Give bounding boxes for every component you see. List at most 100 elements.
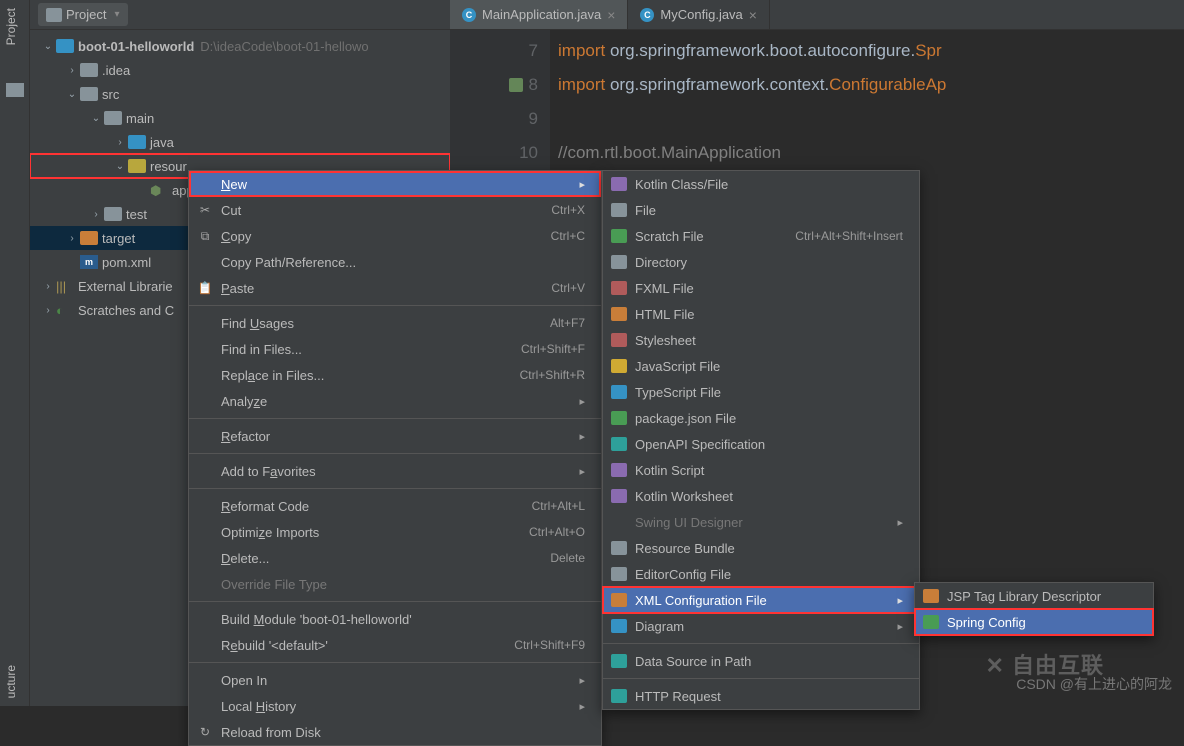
menu-find-in-files[interactable]: Find in Files...Ctrl+Shift+F <box>189 336 601 362</box>
bundle-icon <box>611 541 627 555</box>
src-folder-icon <box>128 135 146 149</box>
menu-replace-in-files[interactable]: Replace in Files...Ctrl+Shift+R <box>189 362 601 388</box>
menu-kotlin-class[interactable]: Kotlin Class/File <box>603 171 919 197</box>
menu-favorites[interactable]: Add to Favorites▸ <box>189 458 601 484</box>
chevron-down-icon: ▾ <box>114 9 119 20</box>
menu-typescript[interactable]: TypeScript File <box>603 379 919 405</box>
xml-config-submenu: JSP Tag Library Descriptor Spring Config <box>914 582 1154 636</box>
menu-reformat[interactable]: Reformat CodeCtrl+Alt+L <box>189 493 601 519</box>
menu-paste[interactable]: 📋PasteCtrl+V <box>189 275 601 301</box>
menu-delete[interactable]: Delete...Delete <box>189 545 601 571</box>
menu-find-usages[interactable]: Find UsagesAlt+F7 <box>189 310 601 336</box>
menu-optimize-imports[interactable]: Optimize ImportsCtrl+Alt+O <box>189 519 601 545</box>
menu-local-history[interactable]: Local History▸ <box>189 693 601 719</box>
tree-node-src[interactable]: src <box>30 82 450 106</box>
folder-icon <box>80 87 98 101</box>
menu-rebuild[interactable]: Rebuild '<default>'Ctrl+Shift+F9 <box>189 632 601 658</box>
watermark-text: CSDN @有上进心的阿龙 <box>1016 674 1172 694</box>
menu-package-json[interactable]: package.json File <box>603 405 919 431</box>
xml-icon <box>611 593 627 607</box>
context-menu: NNewew▸ ✂CutCtrl+X ⧉CopyCtrl+C Copy Path… <box>188 170 602 746</box>
menu-copy[interactable]: ⧉CopyCtrl+C <box>189 223 601 249</box>
kotlin-icon <box>611 489 627 503</box>
tool-window-bar-left: Project ucture <box>0 0 30 706</box>
excluded-folder-icon <box>80 231 98 245</box>
npm-icon <box>611 411 627 425</box>
menu-open-in[interactable]: Open In▸ <box>189 667 601 693</box>
paste-icon: 📋 <box>197 280 213 296</box>
tab-main-application[interactable]: C MainApplication.java × <box>450 0 628 29</box>
menu-build-module[interactable]: Build Module 'boot-01-helloworld' <box>189 606 601 632</box>
menu-scratch-file[interactable]: Scratch FileCtrl+Alt+Shift+Insert <box>603 223 919 249</box>
menu-editorconfig[interactable]: EditorConfig File <box>603 561 919 587</box>
html-icon <box>611 307 627 321</box>
file-icon <box>611 203 627 217</box>
menu-xml-config[interactable]: XML Configuration File▸ <box>603 587 919 613</box>
jsp-icon <box>923 589 939 603</box>
reload-icon: ↻ <box>197 724 213 740</box>
menu-data-source[interactable]: Data Source in Path <box>603 648 919 674</box>
menu-jsp-tag-lib[interactable]: JSP Tag Library Descriptor <box>915 583 1153 609</box>
gutter-spring-icon[interactable] <box>509 78 523 92</box>
structure-tool-window-tab[interactable]: ucture <box>0 657 22 706</box>
tree-node-java[interactable]: java <box>30 130 450 154</box>
openapi-icon <box>611 437 627 451</box>
menu-copy-path[interactable]: Copy Path/Reference... <box>189 249 601 275</box>
http-icon <box>611 689 627 703</box>
maven-icon: m <box>80 255 98 269</box>
menu-kotlin-worksheet[interactable]: Kotlin Worksheet <box>603 483 919 509</box>
menu-html[interactable]: HTML File <box>603 301 919 327</box>
menu-openapi[interactable]: OpenAPI Specification <box>603 431 919 457</box>
scratch-icon <box>611 229 627 243</box>
scratches-icon: ◐ <box>56 303 74 317</box>
menu-kotlin-script[interactable]: Kotlin Script <box>603 457 919 483</box>
spring-icon <box>923 615 939 629</box>
menu-fxml[interactable]: FXML File <box>603 275 919 301</box>
menu-swing-designer[interactable]: Swing UI Designer▸ <box>603 509 919 535</box>
menu-stylesheet[interactable]: Stylesheet <box>603 327 919 353</box>
tab-my-config[interactable]: C MyConfig.java × <box>628 0 770 29</box>
menu-directory[interactable]: Directory <box>603 249 919 275</box>
menu-spring-config[interactable]: Spring Config <box>915 609 1153 635</box>
folder-icon <box>104 111 122 125</box>
tree-node-main[interactable]: main <box>30 106 450 130</box>
menu-cut[interactable]: ✂CutCtrl+X <box>189 197 601 223</box>
bookmark-icon[interactable] <box>6 83 24 97</box>
editor-tabs: C MainApplication.java × C MyConfig.java… <box>450 0 1184 30</box>
tree-node-idea[interactable]: .idea <box>30 58 450 82</box>
editorconfig-icon <box>611 567 627 581</box>
menu-diagram[interactable]: Diagram▸ <box>603 613 919 639</box>
scissors-icon: ✂ <box>197 202 213 218</box>
menu-resource-bundle[interactable]: Resource Bundle <box>603 535 919 561</box>
copy-icon: ⧉ <box>197 228 213 244</box>
ts-icon <box>611 385 627 399</box>
menu-new[interactable]: NNewew▸ <box>189 171 601 197</box>
menu-javascript[interactable]: JavaScript File <box>603 353 919 379</box>
datasource-icon <box>611 654 627 668</box>
project-tool-window-tab[interactable]: Project <box>0 0 22 53</box>
menu-analyze[interactable]: Analyze▸ <box>189 388 601 414</box>
folder-icon <box>104 207 122 221</box>
kotlin-icon <box>611 463 627 477</box>
folder-icon <box>46 8 62 22</box>
project-view-label: Project <box>66 7 106 22</box>
tree-node-root[interactable]: boot-01-helloworld D:\ideaCode\boot-01-h… <box>30 34 450 58</box>
js-icon <box>611 359 627 373</box>
folder-icon <box>611 255 627 269</box>
menu-file[interactable]: File <box>603 197 919 223</box>
close-icon[interactable]: × <box>607 7 615 23</box>
menu-reload-from-disk[interactable]: ↻Reload from Disk <box>189 719 601 745</box>
project-view-selector[interactable]: Project ▾ <box>38 3 128 26</box>
folder-icon <box>80 63 98 77</box>
menu-http-request[interactable]: HTTP Request <box>603 683 919 709</box>
css-icon <box>611 333 627 347</box>
menu-refactor[interactable]: Refactor▸ <box>189 423 601 449</box>
kotlin-icon <box>611 177 627 191</box>
module-icon <box>56 39 74 53</box>
fxml-icon <box>611 281 627 295</box>
close-icon[interactable]: × <box>749 7 757 23</box>
class-icon: C <box>462 8 476 22</box>
spring-icon: ⬢ <box>150 183 168 197</box>
resources-folder-icon <box>128 159 146 173</box>
diagram-icon <box>611 619 627 633</box>
